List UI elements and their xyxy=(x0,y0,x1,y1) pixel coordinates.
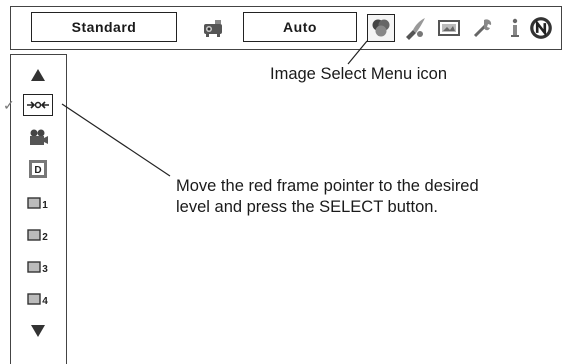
image-select-icon[interactable] xyxy=(367,14,395,42)
projector-icon[interactable] xyxy=(199,14,227,42)
image-adjust-icon[interactable] xyxy=(401,14,429,42)
image-mode-auto-icon xyxy=(23,94,53,116)
image-select-menu: ✓ D 1 2 3 4 xyxy=(3,54,67,364)
setting-value: Auto xyxy=(283,19,317,35)
image-mode-auto-item[interactable]: ✓ xyxy=(3,91,65,119)
dynamic-icon: D xyxy=(23,158,53,180)
dynamic-letter: D xyxy=(34,165,41,176)
image-1-icon: 1 xyxy=(23,192,53,214)
scroll-down-arrow-icon[interactable] xyxy=(11,317,65,345)
setting-icon[interactable] xyxy=(469,14,497,42)
scroll-up-arrow-icon[interactable] xyxy=(11,61,65,89)
image-4-number: 4 xyxy=(42,296,48,306)
menu-icon-caption: Image Select Menu icon xyxy=(270,65,448,83)
image-1-number: 1 xyxy=(42,200,48,210)
instruction-line-2: level and press the SELECT button. xyxy=(176,198,439,216)
screen-icon[interactable] xyxy=(435,14,463,42)
image-1-item[interactable]: 1 xyxy=(11,189,65,217)
instruction-line-1: Move the red frame pointer to the desire… xyxy=(176,177,479,195)
image-4-icon: 4 xyxy=(23,288,53,310)
cinema-icon xyxy=(23,126,53,148)
info-icon[interactable] xyxy=(501,14,529,42)
image-2-number: 2 xyxy=(42,232,48,242)
menu-bar: Standard Auto xyxy=(10,6,562,50)
image-mode-value: Standard xyxy=(71,19,137,35)
pointer-leader-line xyxy=(61,103,171,177)
image-mode-field[interactable]: Standard xyxy=(31,12,177,42)
image-3-item[interactable]: 3 xyxy=(11,253,65,281)
image-4-item[interactable]: 4 xyxy=(11,285,65,313)
dynamic-item[interactable]: D xyxy=(11,155,65,183)
check-mark-icon: ✓ xyxy=(3,97,15,113)
image-3-icon: 3 xyxy=(23,256,53,278)
network-icon[interactable] xyxy=(527,14,555,42)
image-3-number: 3 xyxy=(42,264,48,274)
image-2-item[interactable]: 2 xyxy=(11,221,65,249)
image-2-icon: 2 xyxy=(23,224,53,246)
cinema-item[interactable] xyxy=(11,123,65,151)
setting-field[interactable]: Auto xyxy=(243,12,357,42)
